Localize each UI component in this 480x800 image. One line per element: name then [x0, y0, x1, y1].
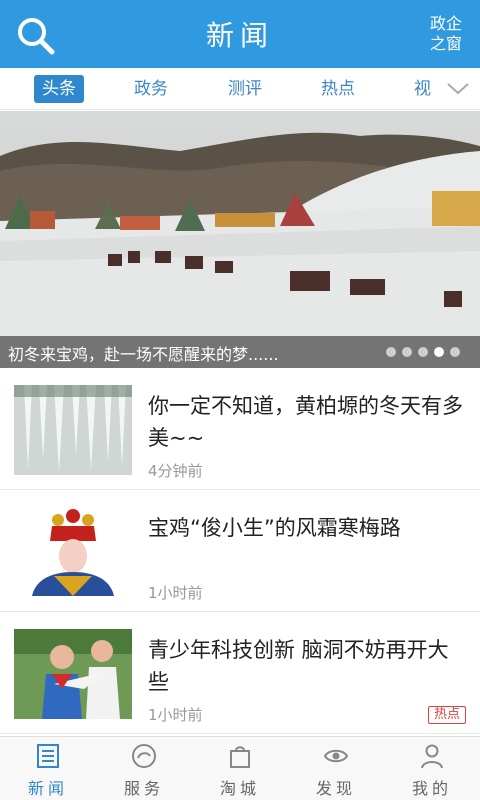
service-icon — [132, 744, 156, 768]
carousel-dot[interactable] — [402, 347, 412, 357]
discover-eye-icon — [323, 749, 349, 763]
hot-badge: 热点 — [428, 706, 466, 724]
search-button[interactable] — [14, 14, 58, 58]
profile-icon — [421, 744, 443, 769]
shopping-bag-icon — [230, 746, 250, 768]
news-title: 青少年科技创新 脑洞不妨再开大些 — [148, 638, 449, 694]
carousel-dot[interactable] — [450, 347, 460, 357]
nav-profile[interactable]: 我的 — [384, 737, 480, 800]
carousel-dot[interactable] — [418, 347, 428, 357]
news-title: 你一定不知道，黄柏塬的冬天有多美~~ — [148, 394, 463, 450]
carousel-dot-active[interactable] — [434, 347, 444, 357]
carousel-dot[interactable] — [386, 347, 396, 357]
gov-window-button[interactable]: 政企之窗 — [426, 14, 466, 54]
category-tabs: 头条 政务 测评 热点 视 — [0, 68, 480, 110]
tab-hot[interactable]: 热点 — [321, 75, 355, 103]
tab-headline[interactable]: 头条 — [34, 75, 84, 103]
nav-label: 服务 — [123, 779, 164, 798]
nav-label: 新闻 — [27, 779, 68, 798]
news-time: 1小时前 — [148, 584, 203, 602]
nav-shop[interactable]: 淘城 — [192, 737, 288, 800]
news-item-1[interactable]: 你一定不知道，黄柏塬的冬天有多美~~ 4分钟前 — [0, 368, 480, 490]
news-thumbnail — [14, 506, 132, 596]
page-title: 新闻 — [205, 19, 274, 52]
app-root: 新闻 政企之窗 头条 政务 测评 热点 视 初冬来宝鸡，赴一场不愿醒来的梦...… — [0, 0, 480, 800]
nav-service[interactable]: 服务 — [96, 737, 192, 800]
news-time: 4分钟前 — [148, 462, 203, 480]
carousel-dots — [380, 347, 460, 357]
news-time: 1小时前 — [148, 706, 203, 724]
news-item-2[interactable]: 宝鸡“俊小生”的风霜寒梅路 1小时前 — [0, 490, 480, 612]
search-icon — [18, 18, 55, 55]
nav-label: 淘城 — [219, 779, 260, 798]
nav-label: 我的 — [411, 779, 452, 798]
headline-banner[interactable]: 初冬来宝鸡，赴一场不愿醒来的梦...... — [0, 111, 480, 368]
tab-review[interactable]: 测评 — [228, 75, 262, 103]
nav-discover[interactable]: 发现 — [288, 737, 384, 800]
banner-caption: 初冬来宝鸡，赴一场不愿醒来的梦...... — [8, 345, 279, 364]
news-title: 宝鸡“俊小生”的风霜寒梅路 — [148, 516, 401, 540]
top-header: 新闻 政企之窗 — [0, 0, 480, 68]
nav-news[interactable]: 新闻 — [0, 737, 96, 800]
banner-caption-bar: 初冬来宝鸡，赴一场不愿醒来的梦...... — [0, 336, 480, 368]
tabs-expand-button[interactable] — [446, 78, 470, 100]
news-thumbnail — [14, 385, 132, 475]
news-item-3[interactable]: 青少年科技创新 脑洞不妨再开大些 1小时前 热点 — [0, 612, 480, 734]
news-icon — [37, 744, 59, 768]
bottom-navigation: 新闻 服务 淘城 发现 我的 — [0, 736, 480, 800]
news-thumbnail — [14, 629, 132, 719]
chevron-down-icon — [447, 83, 469, 95]
tab-video[interactable]: 视 — [414, 75, 431, 103]
banner-image — [0, 111, 480, 368]
nav-label: 发现 — [315, 779, 356, 798]
tab-government[interactable]: 政务 — [134, 75, 168, 103]
